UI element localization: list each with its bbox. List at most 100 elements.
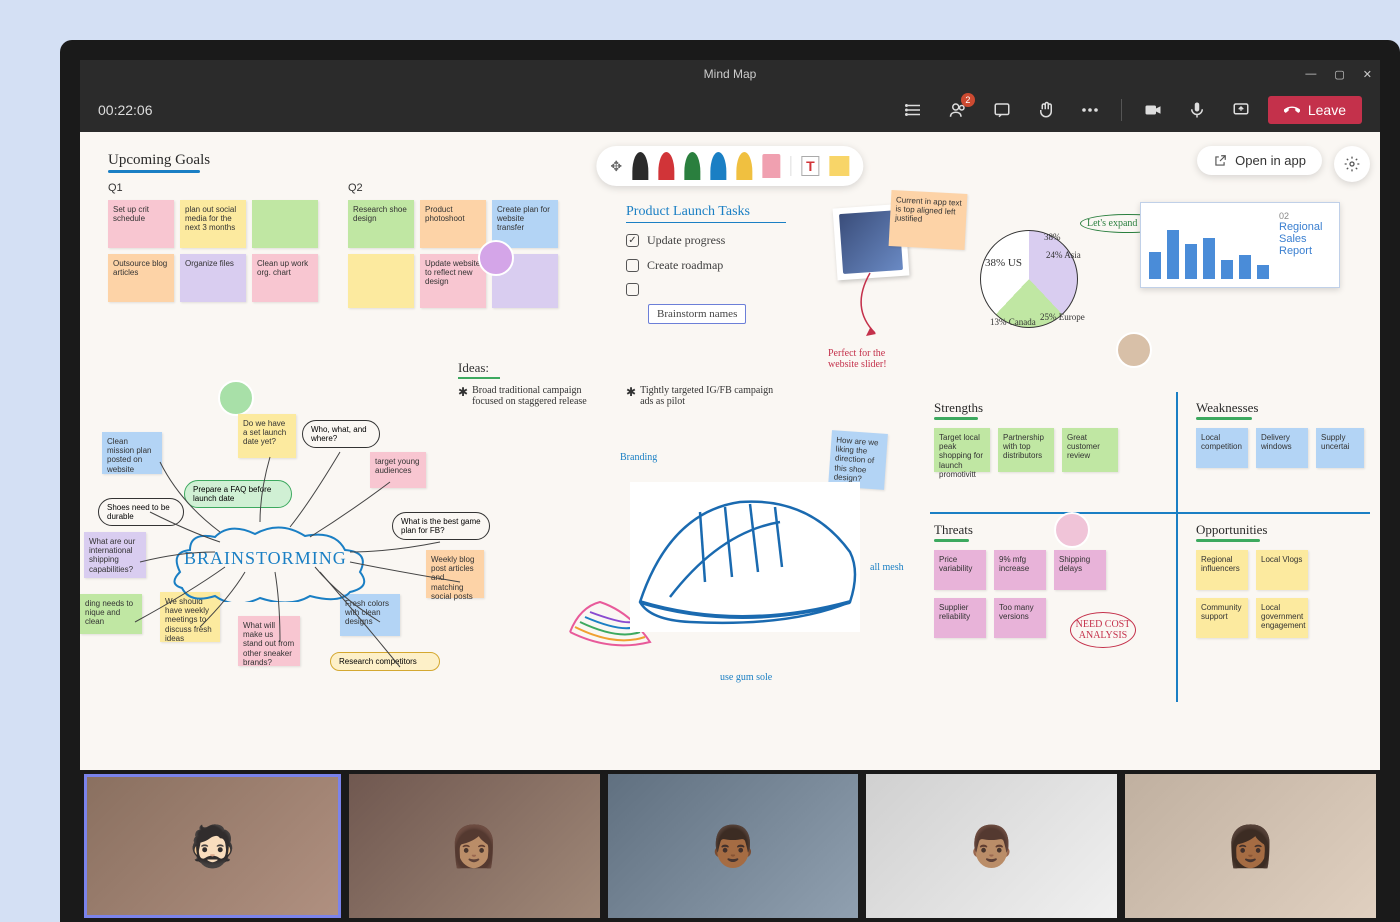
sticky-note[interactable]: Product photoshoot xyxy=(420,200,486,248)
toolbar-divider xyxy=(790,156,791,176)
sticky-note[interactable]: Great customer review xyxy=(1062,428,1118,472)
pie-label-can: 13% Canada xyxy=(990,317,1036,327)
checkbox-icon[interactable] xyxy=(626,283,639,296)
settings-icon[interactable] xyxy=(1334,146,1370,182)
sticky-note[interactable]: 9% mfg increase xyxy=(994,550,1046,590)
more-icon[interactable] xyxy=(1073,93,1107,127)
text-tool-icon[interactable]: T xyxy=(801,156,820,176)
sticky-note-tool-icon[interactable] xyxy=(830,156,850,176)
sticky-note[interactable]: Shipping delays xyxy=(1054,550,1106,590)
sticky-note[interactable] xyxy=(348,254,414,308)
open-in-app-button[interactable]: Open in app xyxy=(1197,146,1322,175)
share-screen-icon[interactable] xyxy=(1224,93,1258,127)
participants-strip: 🧔🏻 👩🏽 👨🏾 👨🏽 👩🏾 xyxy=(80,770,1380,922)
idea-text: Broad traditional campaign focused on st… xyxy=(472,385,608,407)
checkbox-icon[interactable] xyxy=(626,259,639,272)
task-item[interactable]: ✓ Update progress xyxy=(626,233,786,248)
minimize-button[interactable]: — xyxy=(1305,68,1316,81)
sticky-note[interactable]: Outsource blog articles xyxy=(108,254,174,302)
sticky-note[interactable]: Update website to reflect new design xyxy=(420,254,486,308)
tasks-heading: Product Launch Tasks xyxy=(626,204,786,220)
task-label: Create roadmap xyxy=(647,258,723,273)
sticky-note[interactable]: Clean up work org. chart xyxy=(252,254,318,302)
q1-label: Q1 xyxy=(108,182,123,194)
maximize-button[interactable]: ▢ xyxy=(1334,68,1344,81)
sticky-note[interactable]: Clean mission plan posted on website xyxy=(102,432,162,474)
sticky-note[interactable]: Research shoe design xyxy=(348,200,414,248)
sticky-note[interactable]: Regional influencers xyxy=(1196,550,1248,590)
swot-divider xyxy=(1176,392,1178,702)
pen-yellow[interactable] xyxy=(736,152,752,180)
microphone-icon[interactable] xyxy=(1180,93,1214,127)
leave-button[interactable]: Leave xyxy=(1268,96,1362,124)
sticky-note[interactable]: Target local peak shopping for launch pr… xyxy=(934,428,990,472)
arrow-red-icon xyxy=(840,268,900,348)
task-item[interactable]: Create roadmap xyxy=(626,258,786,273)
sticky-note[interactable] xyxy=(252,200,318,248)
thought-bubble[interactable]: What is the best game plan for FB? xyxy=(392,512,490,540)
pen-blue[interactable] xyxy=(710,152,726,180)
bar-chart xyxy=(1149,211,1269,279)
sticky-note[interactable]: Delivery windows xyxy=(1256,428,1308,468)
user-avatar[interactable] xyxy=(478,240,514,276)
sticky-note[interactable]: Supplier reliability xyxy=(934,598,986,638)
star-icon: ✱ xyxy=(626,385,636,407)
sticky-note[interactable]: Set up crit schedule xyxy=(108,200,174,248)
sticky-note[interactable]: Local competition xyxy=(1196,428,1248,468)
chat-icon[interactable] xyxy=(985,93,1019,127)
sticky-note[interactable]: Too many versions xyxy=(994,598,1046,638)
task-input[interactable]: Brainstorm names xyxy=(648,304,746,324)
chart-number: 02 xyxy=(1279,211,1331,221)
move-tool-icon[interactable]: ✥ xyxy=(610,158,622,175)
eraser-tool-icon[interactable] xyxy=(762,154,780,178)
thought-bubble[interactable]: Research competitors xyxy=(330,652,440,671)
task-item[interactable] xyxy=(626,283,786,296)
sticky-note[interactable]: Partnership with top distributors xyxy=(998,428,1054,472)
thought-bubble[interactable]: Prepare a FAQ before launch date xyxy=(184,480,292,508)
sticky-note[interactable]: Do we have a set launch date yet? xyxy=(238,414,296,458)
sticky-note[interactable]: What will make us stand out from other s… xyxy=(238,616,300,666)
participant-tile[interactable]: 🧔🏻 xyxy=(84,774,341,918)
weaknesses-heading: Weaknesses xyxy=(1196,400,1259,420)
camera-icon[interactable] xyxy=(1136,93,1170,127)
sticky-note[interactable]: Supply uncertai xyxy=(1316,428,1364,468)
whiteboard-canvas[interactable]: ✥ T Open in app Upcoming Goals Q1 xyxy=(80,132,1380,770)
user-avatar[interactable] xyxy=(1116,332,1152,368)
sticky-note[interactable]: Organize files xyxy=(180,254,246,302)
sticky-note[interactable]: Local government engagement xyxy=(1256,598,1308,638)
user-avatar[interactable] xyxy=(1054,512,1090,548)
titlebar: Mind Map — ▢ ✕ xyxy=(80,60,1380,88)
participant-tile[interactable]: 👨🏽 xyxy=(866,774,1117,918)
participant-tile[interactable]: 👨🏾 xyxy=(608,774,859,918)
participants-list-icon[interactable] xyxy=(897,93,931,127)
thought-bubble[interactable]: Who, what, and where? xyxy=(302,420,380,448)
participant-tile[interactable]: 👩🏾 xyxy=(1125,774,1376,918)
raise-hand-icon[interactable] xyxy=(1029,93,1063,127)
task-label: Update progress xyxy=(647,233,725,248)
participant-tile[interactable]: 👩🏽 xyxy=(349,774,600,918)
chart-card[interactable]: 02 Regional Sales Report xyxy=(1140,202,1340,288)
pen-black[interactable] xyxy=(632,152,648,180)
close-button[interactable]: ✕ xyxy=(1363,68,1372,81)
sticky-note[interactable]: Weekly blog post articles and matching s… xyxy=(426,550,484,598)
pen-red[interactable] xyxy=(658,152,674,180)
sticky-note[interactable]: plan out social media for the next 3 mon… xyxy=(180,200,246,248)
pen-green[interactable] xyxy=(684,152,700,180)
sticky-note[interactable]: What are our international shipping capa… xyxy=(84,532,146,578)
checkbox-checked-icon[interactable]: ✓ xyxy=(626,234,639,247)
user-avatar[interactable] xyxy=(218,380,254,416)
sticky-note[interactable]: Current in app text is top aligned left … xyxy=(889,190,968,250)
sticky-note[interactable]: Local Vlogs xyxy=(1256,550,1308,590)
opportunities-heading: Opportunities xyxy=(1196,522,1268,542)
task-list: Product Launch Tasks ✓ Update progress Cr… xyxy=(626,204,786,324)
divider xyxy=(458,377,500,379)
sticky-note[interactable]: ding needs to nique and clean xyxy=(80,594,142,634)
pie-label-us: 38% US xyxy=(985,257,1022,269)
sticky-note[interactable]: Community support xyxy=(1196,598,1248,638)
brainstorm-central: BRAINSTORMING xyxy=(184,548,347,569)
people-icon[interactable]: 2 xyxy=(941,93,975,127)
sticky-note[interactable]: Price variability xyxy=(934,550,986,590)
q2-label: Q2 xyxy=(348,182,363,194)
people-badge: 2 xyxy=(961,93,975,107)
sticky-note[interactable]: target young audiences xyxy=(370,452,426,488)
